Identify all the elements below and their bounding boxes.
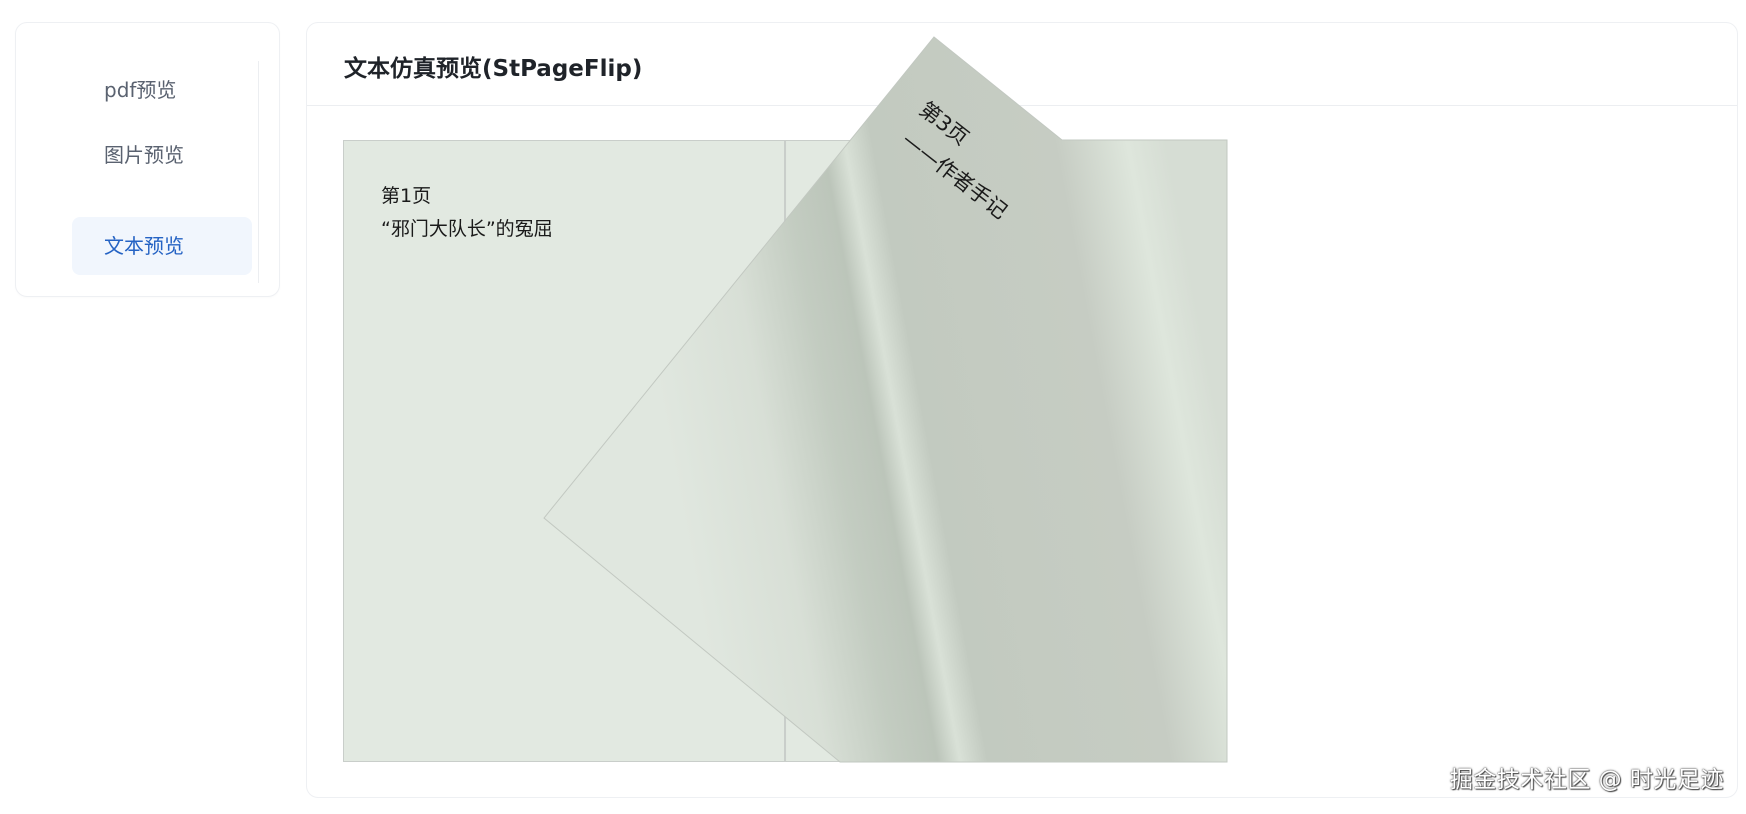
sidebar-item-pdf-preview[interactable]: pdf预览 bbox=[72, 61, 252, 119]
book-page-left[interactable]: 第1页 “邪门大队长”的冤屈 bbox=[343, 140, 785, 762]
app-root: pdf预览 图片预览 文本预览 文本仿真预览(StPageFlip) 第1页 “… bbox=[0, 0, 1746, 814]
sidebar-item-label: 文本预览 bbox=[104, 234, 184, 258]
sidebar-menu: pdf预览 图片预览 文本预览 bbox=[56, 61, 259, 283]
sidebar-item-label: 图片预览 bbox=[104, 143, 184, 167]
sidebar: pdf预览 图片预览 文本预览 bbox=[15, 22, 280, 297]
page-partial-text: 名字 bbox=[1034, 218, 1073, 240]
flipbook[interactable]: 第1页 “邪门大队长”的冤屈 名字 bbox=[343, 140, 1227, 762]
watermark: 掘金技术社区 @ 时光足迹 bbox=[1449, 767, 1724, 793]
book-page-right[interactable]: 名字 bbox=[785, 140, 1227, 762]
sidebar-item-label: pdf预览 bbox=[104, 78, 177, 102]
page-heading: “邪门大队长”的冤屈 bbox=[381, 218, 553, 240]
panel-header: 文本仿真预览(StPageFlip) bbox=[307, 23, 1737, 106]
sidebar-item-image-preview[interactable]: 图片预览 bbox=[72, 126, 252, 184]
page-title: 文本仿真预览(StPageFlip) bbox=[344, 56, 643, 82]
sidebar-item-text-preview[interactable]: 文本预览 bbox=[72, 217, 252, 275]
page-number-label: 第1页 bbox=[381, 185, 432, 207]
